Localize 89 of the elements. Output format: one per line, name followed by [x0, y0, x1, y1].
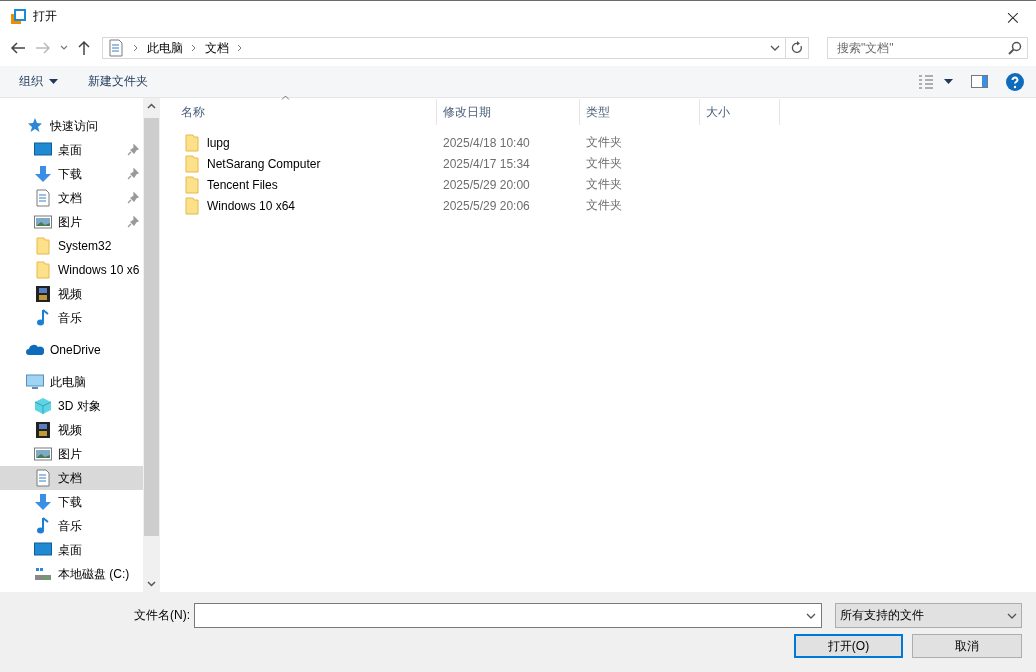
- search-field[interactable]: 搜索"文档": [827, 37, 1028, 59]
- monitor-icon: [34, 541, 52, 559]
- film-icon: [34, 285, 52, 303]
- table-cell-text: 文件夹: [585, 176, 623, 193]
- sidebar-item[interactable]: OneDrive: [0, 338, 143, 362]
- chevron-down-icon: [1007, 612, 1017, 619]
- caret-icon[interactable]: [944, 79, 953, 84]
- drive-icon: [34, 565, 52, 583]
- right-arrow-icon: [35, 41, 52, 55]
- film-icon: [34, 421, 52, 439]
- down-arrow-icon: [34, 493, 52, 511]
- sidebar-item[interactable]: 桌面: [0, 538, 143, 562]
- folder-icon: [183, 175, 201, 194]
- sidebar-item[interactable]: 视频: [0, 418, 143, 442]
- breadcrumb[interactable]: 文档: [205, 39, 229, 57]
- sort-ascending-icon: [281, 95, 290, 100]
- table-cell-text: 文件夹: [585, 134, 623, 151]
- picture-icon: [34, 445, 52, 463]
- column-header[interactable]: 类型: [580, 99, 700, 125]
- sidebar-item[interactable]: 视频: [0, 282, 143, 306]
- table-cell-text: 2025/4/17 15:34: [442, 156, 531, 171]
- folder-icon: [183, 154, 201, 173]
- scrollbar[interactable]: [143, 98, 160, 592]
- sidebar-item[interactable]: 下载: [0, 162, 143, 186]
- file-name[interactable]: NetSarang Computer: [207, 156, 321, 171]
- down-arrow-icon: [34, 165, 52, 183]
- scroll-up-icon[interactable]: [147, 103, 156, 109]
- picture-icon: [34, 213, 52, 231]
- monitor-icon: [26, 373, 44, 391]
- chevron-right-icon: [191, 44, 197, 52]
- document-icon: [107, 39, 125, 57]
- left-arrow-icon: [9, 41, 26, 55]
- organize-menu-button[interactable]: 组织: [9, 69, 68, 94]
- file-name[interactable]: Windows 10 x64: [207, 198, 296, 213]
- table-cell-text: 2025/5/29 20:00: [442, 177, 531, 192]
- folder-icon: [183, 196, 201, 215]
- address-bar[interactable]: 此电脑 文档: [102, 37, 809, 59]
- monitor-icon: [34, 141, 52, 159]
- sidebar-item[interactable]: 图片: [0, 210, 143, 234]
- file-name[interactable]: Tencent Files: [207, 177, 278, 192]
- sidebar-item[interactable]: 图片: [0, 442, 143, 466]
- cancel-button[interactable]: 取消: [912, 634, 1022, 658]
- refresh-icon[interactable]: [791, 41, 803, 55]
- table-cell-text: 文件夹: [585, 197, 623, 214]
- cube-icon: [34, 397, 52, 415]
- sidebar-item[interactable]: 音乐: [0, 306, 143, 330]
- sidebar-item[interactable]: 桌面: [0, 138, 143, 162]
- breadcrumb[interactable]: 此电脑: [147, 39, 183, 57]
- chevron-down-icon: [59, 45, 68, 51]
- search-icon[interactable]: [1008, 41, 1022, 55]
- sidebar-item[interactable]: Windows 10 x6: [0, 258, 143, 282]
- help-icon[interactable]: [1006, 72, 1024, 91]
- open-button[interactable]: 打开(O): [794, 634, 903, 658]
- document-icon: [34, 189, 52, 207]
- scroll-down-icon[interactable]: [147, 581, 156, 587]
- app-icon: [10, 8, 26, 25]
- up-arrow-icon: [77, 40, 92, 56]
- chevron-down-icon[interactable]: [806, 613, 816, 619]
- sidebar-item[interactable]: 文档: [0, 466, 143, 490]
- sidebar-item[interactable]: 本地磁盘 (C:): [0, 562, 143, 586]
- file-type-dropdown[interactable]: 所有支持的文件: [835, 603, 1022, 628]
- column-header[interactable]: 名称: [161, 99, 437, 125]
- column-header[interactable]: 修改日期: [437, 99, 580, 125]
- sidebar-item[interactable]: 快速访问: [0, 114, 143, 138]
- file-name[interactable]: lupg: [207, 135, 230, 150]
- folder-icon: [34, 261, 52, 279]
- table-cell-text: 2025/4/18 10:40: [442, 135, 531, 150]
- table-cell-text: 2025/5/29 20:06: [442, 198, 531, 213]
- close-button[interactable]: ×: [990, 1, 1036, 32]
- document-icon: [34, 469, 52, 487]
- sidebar-item[interactable]: System32: [0, 234, 143, 258]
- chevron-right-icon: [237, 44, 243, 52]
- new-folder-button[interactable]: 新建文件夹: [78, 69, 158, 94]
- chevron-down-icon[interactable]: [770, 45, 780, 51]
- sidebar-item[interactable]: 音乐: [0, 514, 143, 538]
- folder-icon: [183, 133, 201, 152]
- column-header[interactable]: 大小: [700, 99, 780, 125]
- table-cell-text: 文件夹: [585, 155, 623, 172]
- sidebar-item[interactable]: 下载: [0, 490, 143, 514]
- filename-field[interactable]: [194, 603, 822, 628]
- folder-icon: [34, 237, 52, 255]
- sidebar-item[interactable]: 3D 对象: [0, 394, 143, 418]
- window-title: 打开: [33, 8, 58, 25]
- chevron-right-icon: [133, 44, 139, 52]
- preview-pane-icon[interactable]: [971, 75, 988, 88]
- caret-icon: [49, 79, 58, 84]
- sidebar-item[interactable]: 文档: [0, 186, 143, 210]
- sidebar-item[interactable]: 此电脑: [0, 370, 143, 394]
- field-label: 文件名(N):: [134, 607, 190, 624]
